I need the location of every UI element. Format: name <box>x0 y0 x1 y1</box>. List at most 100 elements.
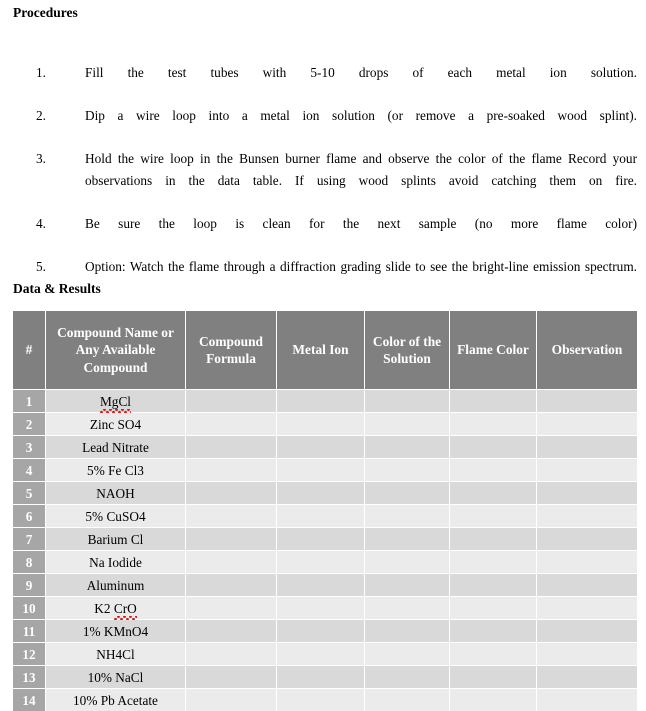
solution-color-cell[interactable] <box>365 459 450 482</box>
procedure-step-number: 1. <box>36 65 46 80</box>
compound-name-cell[interactable]: 1% KMnO4 <box>46 620 186 643</box>
compound-formula-cell[interactable] <box>186 413 277 436</box>
compound-name-cell[interactable]: NH4Cl <box>46 643 186 666</box>
compound-name-cell[interactable]: 10% NaCl <box>46 666 186 689</box>
metal-ion-cell[interactable] <box>277 551 365 574</box>
metal-ion-cell[interactable] <box>277 689 365 711</box>
compound-formula-cell[interactable] <box>186 390 277 413</box>
metal-ion-cell[interactable] <box>277 390 365 413</box>
flame-color-cell[interactable] <box>450 505 537 528</box>
row-number-cell: 11 <box>13 620 46 643</box>
compound-name-cell[interactable]: 5% CuSO4 <box>46 505 186 528</box>
compound-formula-cell[interactable] <box>186 689 277 711</box>
solution-color-cell[interactable] <box>365 390 450 413</box>
metal-ion-cell[interactable] <box>277 620 365 643</box>
metal-ion-cell[interactable] <box>277 597 365 620</box>
compound-formula-cell[interactable] <box>186 666 277 689</box>
row-number-cell: 14 <box>13 689 46 711</box>
metal-ion-cell[interactable] <box>277 528 365 551</box>
solution-color-cell[interactable] <box>365 528 450 551</box>
compound-name-cell[interactable]: Aluminum <box>46 574 186 597</box>
observation-cell[interactable] <box>537 574 637 597</box>
compound-formula-cell[interactable] <box>186 459 277 482</box>
flame-color-cell[interactable] <box>450 620 537 643</box>
observation-cell[interactable] <box>537 413 637 436</box>
procedure-step: 2. Dip a wire loop into a metal ion solut… <box>0 105 646 148</box>
observation-cell[interactable] <box>537 689 637 711</box>
flame-color-cell[interactable] <box>450 390 537 413</box>
table-row: 8 Na Iodide <box>13 551 637 574</box>
flame-color-cell[interactable] <box>450 643 537 666</box>
table-row: 14 10% Pb Acetate <box>13 689 637 711</box>
procedure-step: 3. Hold the wire loop in the Bunsen burne… <box>0 148 646 213</box>
flame-color-cell[interactable] <box>450 551 537 574</box>
metal-ion-cell[interactable] <box>277 643 365 666</box>
solution-color-cell[interactable] <box>365 689 450 711</box>
compound-name-cell[interactable]: 5% Fe Cl3 <box>46 459 186 482</box>
solution-color-cell[interactable] <box>365 620 450 643</box>
compound-formula-cell[interactable] <box>186 597 277 620</box>
observation-cell[interactable] <box>537 666 637 689</box>
solution-color-cell[interactable] <box>365 574 450 597</box>
metal-ion-cell[interactable] <box>277 436 365 459</box>
compound-formula-cell[interactable] <box>186 528 277 551</box>
metal-ion-cell[interactable] <box>277 505 365 528</box>
solution-color-cell[interactable] <box>365 597 450 620</box>
table-row: 12 NH4Cl <box>13 643 637 666</box>
metal-ion-cell[interactable] <box>277 574 365 597</box>
row-number-cell: 10 <box>13 597 46 620</box>
flame-color-cell[interactable] <box>450 459 537 482</box>
compound-formula-cell[interactable] <box>186 574 277 597</box>
table-header-row: # Compound Name or Any Available Compoun… <box>13 311 637 390</box>
observation-cell[interactable] <box>537 436 637 459</box>
solution-color-cell[interactable] <box>365 505 450 528</box>
metal-ion-cell[interactable] <box>277 413 365 436</box>
observation-cell[interactable] <box>537 390 637 413</box>
observation-cell[interactable] <box>537 459 637 482</box>
solution-color-cell[interactable] <box>365 666 450 689</box>
compound-name-cell[interactable]: 10% Pb Acetate <box>46 689 186 711</box>
solution-color-cell[interactable] <box>365 413 450 436</box>
observation-cell[interactable] <box>537 505 637 528</box>
column-header-compound-formula: Compound Formula <box>186 311 277 390</box>
metal-ion-cell[interactable] <box>277 482 365 505</box>
compound-name-cell[interactable]: Lead Nitrate <box>46 436 186 459</box>
flame-color-cell[interactable] <box>450 436 537 459</box>
compound-name-cell[interactable]: Na Iodide <box>46 551 186 574</box>
procedure-step-text: Option: Watch the flame through a diffra… <box>85 259 637 275</box>
observation-cell[interactable] <box>537 482 637 505</box>
flame-color-cell[interactable] <box>450 528 537 551</box>
compound-formula-cell[interactable] <box>186 643 277 666</box>
compound-name-cell[interactable]: K2 CrO <box>46 597 186 620</box>
compound-name-cell[interactable]: MgCl <box>46 390 186 413</box>
flame-color-cell[interactable] <box>450 482 537 505</box>
page-title-procedures: Procedures <box>13 5 78 20</box>
solution-color-cell[interactable] <box>365 551 450 574</box>
compound-name-cell[interactable]: Barium Cl <box>46 528 186 551</box>
observation-cell[interactable] <box>537 643 637 666</box>
observation-cell[interactable] <box>537 597 637 620</box>
compound-formula-cell[interactable] <box>186 436 277 459</box>
compound-name-cell[interactable]: Zinc SO4 <box>46 413 186 436</box>
compound-formula-cell[interactable] <box>186 551 277 574</box>
solution-color-cell[interactable] <box>365 436 450 459</box>
observation-cell[interactable] <box>537 528 637 551</box>
flame-color-cell[interactable] <box>450 413 537 436</box>
compound-formula-cell[interactable] <box>186 620 277 643</box>
flame-color-cell[interactable] <box>450 597 537 620</box>
observation-cell[interactable] <box>537 620 637 643</box>
compound-formula-cell[interactable] <box>186 482 277 505</box>
column-header-metal-ion: Metal Ion <box>277 311 365 390</box>
procedure-step: 1. Fill the test tubes with 5-10 drops of… <box>0 62 646 105</box>
flame-color-cell[interactable] <box>450 666 537 689</box>
solution-color-cell[interactable] <box>365 643 450 666</box>
metal-ion-cell[interactable] <box>277 666 365 689</box>
metal-ion-cell[interactable] <box>277 459 365 482</box>
flame-color-cell[interactable] <box>450 689 537 711</box>
observation-cell[interactable] <box>537 551 637 574</box>
compound-name-cell[interactable]: NAOH <box>46 482 186 505</box>
flame-color-cell[interactable] <box>450 574 537 597</box>
solution-color-cell[interactable] <box>365 482 450 505</box>
compound-formula-cell[interactable] <box>186 505 277 528</box>
column-header-solution-color: Color of the Solution <box>365 311 450 390</box>
